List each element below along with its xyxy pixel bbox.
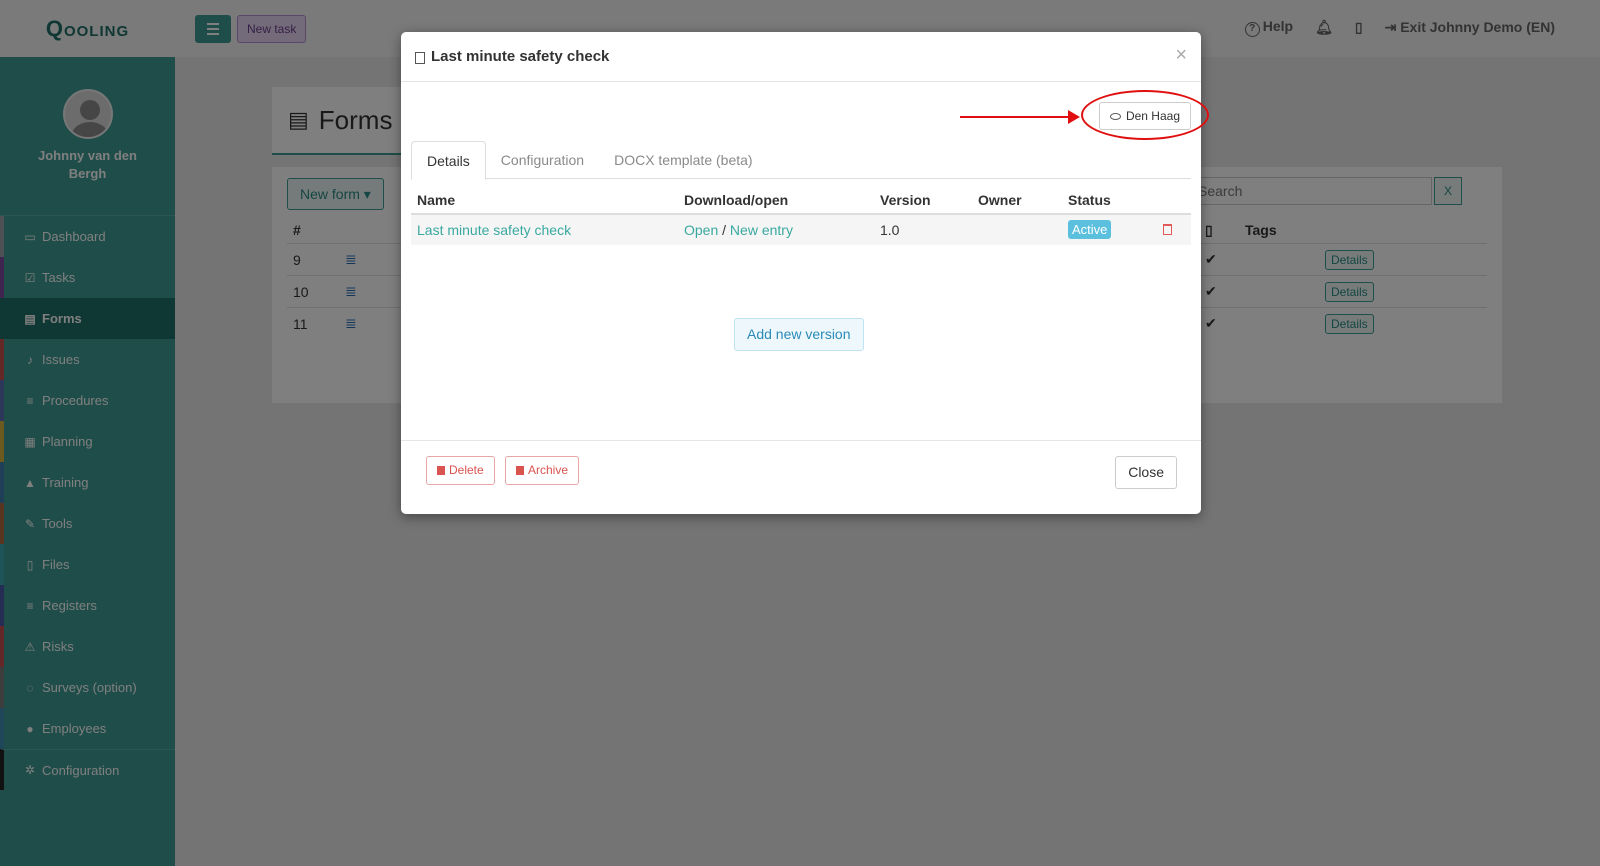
- status-badge: Active: [1068, 220, 1112, 239]
- tab-configuration[interactable]: Configuration: [486, 141, 599, 179]
- trash-icon[interactable]: [1163, 224, 1172, 235]
- add-new-version-button[interactable]: Add new version: [734, 318, 864, 351]
- tab-details[interactable]: Details: [411, 141, 486, 180]
- tab-docx-template[interactable]: DOCX template (beta): [599, 141, 768, 179]
- archive-icon: [516, 466, 524, 475]
- close-icon[interactable]: ×: [1175, 45, 1187, 65]
- modal-title: Last minute safety check: [431, 48, 610, 65]
- archive-label: Archive: [528, 463, 569, 477]
- open-link[interactable]: Open: [684, 222, 718, 238]
- table-header: Name Download/open Version Owner Status: [411, 187, 1191, 215]
- modal-tabs: Details Configuration DOCX template (bet…: [411, 141, 1191, 180]
- annotation-arrow: [960, 110, 1080, 124]
- column-version: Version: [880, 192, 931, 208]
- delete-button[interactable]: Delete: [426, 456, 495, 485]
- download-cell: Open / New entry: [684, 222, 793, 238]
- version-value: 1.0: [880, 222, 900, 238]
- modal-header: Last minute safety check ×: [401, 32, 1201, 82]
- app-root: Qooling Johnny van den Bergh ▭Dashboard …: [0, 0, 1600, 866]
- form-name-link[interactable]: Last minute safety check: [417, 222, 571, 238]
- column-owner: Owner: [978, 192, 1022, 208]
- document-icon: [415, 51, 425, 64]
- column-name: Name: [417, 192, 456, 208]
- new-entry-link[interactable]: New entry: [730, 222, 793, 238]
- column-download: Download/open: [684, 192, 789, 208]
- table-row: Last minute safety check Open / New entr…: [411, 215, 1191, 245]
- annotation-circle: [1081, 90, 1209, 140]
- archive-button[interactable]: Archive: [505, 456, 580, 485]
- modal-footer: Delete Archive Close: [401, 440, 1201, 514]
- link-separator: /: [722, 222, 727, 238]
- close-button[interactable]: Close: [1115, 456, 1177, 489]
- versions-table: Name Download/open Version Owner Status …: [411, 187, 1191, 245]
- column-status: Status: [1068, 192, 1111, 208]
- trash-icon: [437, 466, 445, 475]
- form-modal: Last minute safety check × Den Haag Deta…: [401, 32, 1209, 514]
- delete-label: Delete: [449, 463, 484, 477]
